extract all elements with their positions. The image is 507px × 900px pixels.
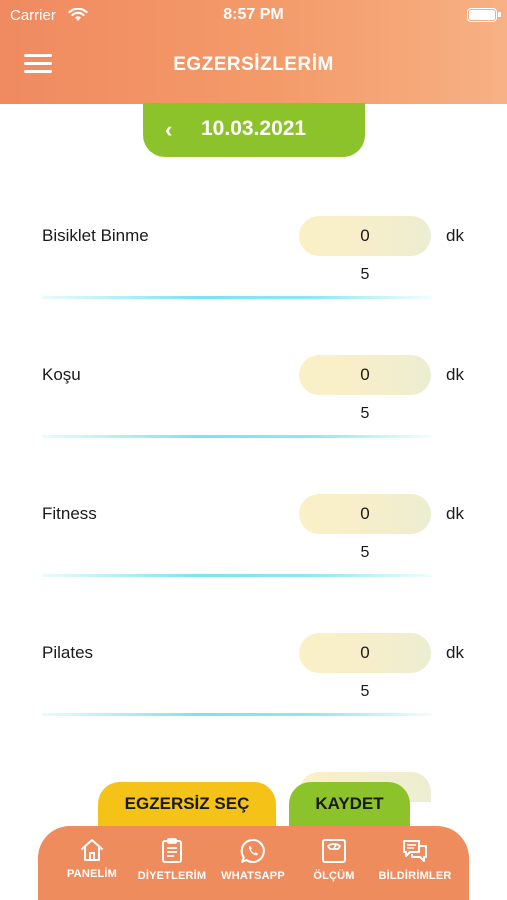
tab-label: DİYETLERİM (137, 870, 207, 882)
exercise-row: Bisiklet Binme 0 dk 5 (0, 216, 507, 326)
tab-diyetlerim[interactable]: DİYETLERİM (132, 838, 212, 882)
exercise-row: Fitness 0 dk 5 (0, 494, 507, 604)
step-value: 5 (360, 405, 370, 422)
tab-label: PANELİM (66, 868, 118, 880)
exercise-name: Fitness (42, 504, 97, 523)
step-value: 5 (360, 544, 370, 561)
clipboard-icon (162, 838, 182, 863)
minutes-unit: dk (446, 365, 464, 384)
page-title: EGZERSİZLERİM (173, 54, 334, 75)
app-header: Carrier 8:57 PM EGZERSİZLERİM (0, 0, 507, 104)
minutes-unit: dk (446, 643, 464, 662)
scale-icon (322, 839, 346, 863)
tab-olcum[interactable]: ÖLÇÜM (294, 838, 374, 882)
exercise-row: Pilates 0 dk 5 (0, 633, 507, 743)
save-button[interactable]: KAYDET (289, 782, 410, 832)
minutes-unit: dk (446, 226, 464, 245)
tab-label: WHATSAPP (221, 870, 285, 882)
tab-label: BİLDİRİMLER (378, 870, 452, 882)
minutes-input[interactable]: 0 (299, 355, 431, 395)
exercise-name: Bisiklet Binme (42, 226, 149, 245)
whatsapp-icon (240, 838, 265, 863)
minutes-input[interactable]: 0 (299, 216, 431, 256)
minutes-unit: dk (446, 504, 464, 523)
row-divider (42, 296, 432, 299)
home-icon (81, 839, 103, 861)
current-date[interactable]: 10.03.2021 (201, 117, 306, 141)
exercise-name: Pilates (42, 643, 94, 662)
minutes-input[interactable]: 0 (299, 494, 431, 534)
tab-label: ÖLÇÜM (313, 870, 355, 882)
bottom-tab-bar: PANELİM DİYETLERİM WHATSAPP ÖLÇÜM BİLDİR… (38, 826, 469, 900)
step-value: 5 (360, 683, 370, 700)
row-divider (42, 713, 432, 716)
battery-icon (467, 8, 501, 22)
row-divider (42, 435, 432, 438)
exercise-name: Koşu (42, 365, 81, 384)
previous-date-button[interactable]: ‹ (165, 117, 172, 143)
date-selector: ‹ 10.03.2021 (143, 103, 365, 157)
status-time: 8:57 PM (223, 6, 284, 23)
minutes-input[interactable]: 0 (299, 633, 431, 673)
status-bar: Carrier 8:57 PM (0, 0, 507, 30)
tab-whatsapp[interactable]: WHATSAPP (213, 838, 293, 882)
tab-bildirimler[interactable]: BİLDİRİMLER (375, 838, 455, 882)
step-value: 5 (360, 266, 370, 283)
row-divider (42, 574, 432, 577)
select-exercise-button[interactable]: EGZERSİZ SEÇ (98, 782, 276, 832)
chat-icon (403, 840, 427, 862)
tab-panelim[interactable]: PANELİM (52, 838, 132, 880)
exercise-row: Koşu 0 dk 5 (0, 355, 507, 465)
